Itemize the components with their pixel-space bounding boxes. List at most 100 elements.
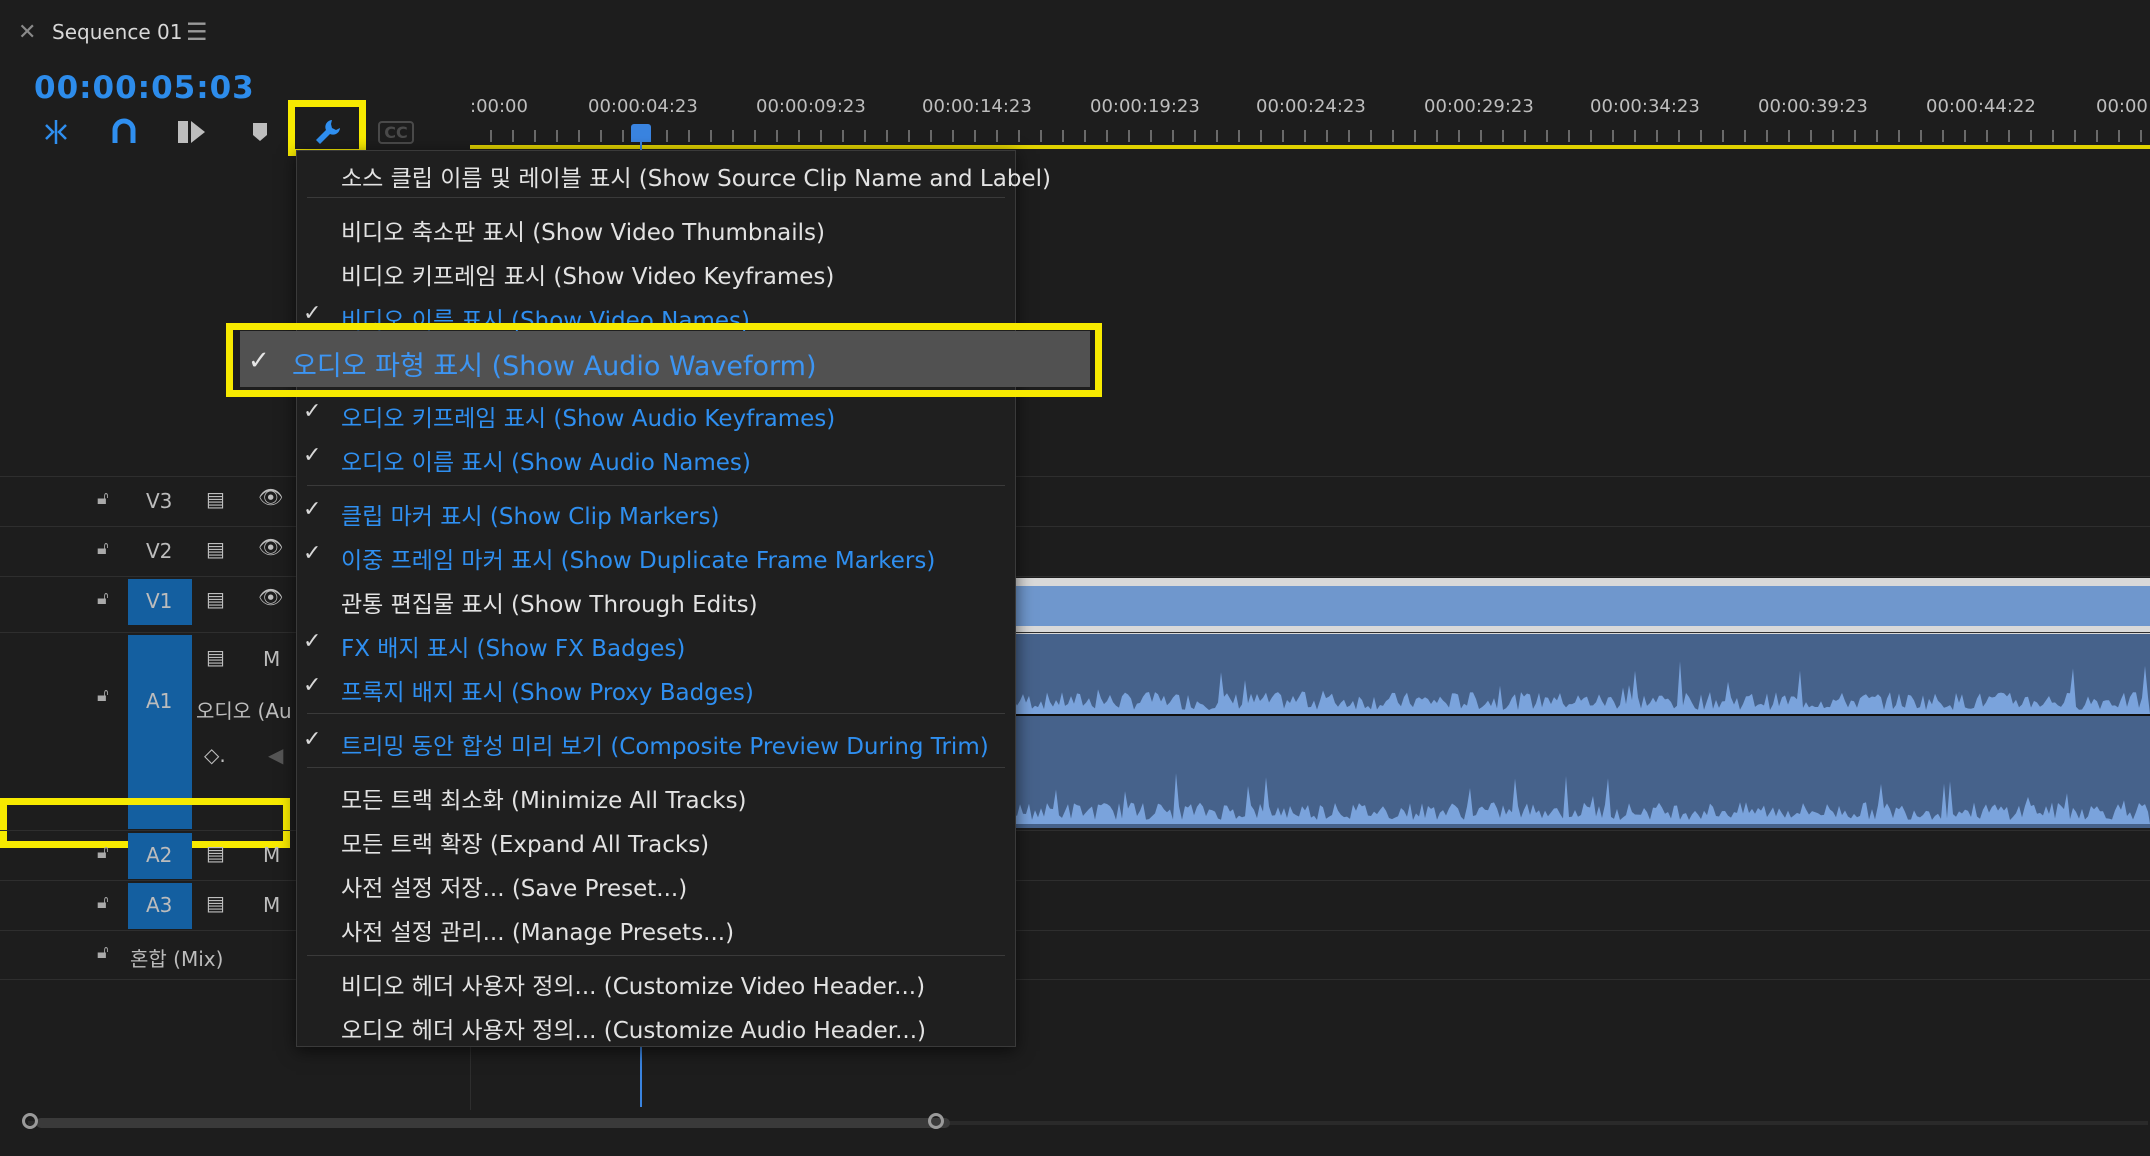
checkmark-icon: ✓ <box>303 727 322 752</box>
menu-item[interactable]: 사전 설정 저장... (Save Preset...) <box>297 869 1015 905</box>
menu-item[interactable]: 소스 클립 이름 및 레이블 표시 (Show Source Clip Name… <box>297 159 1051 195</box>
ruler-time-label: 00:00:14:23 <box>922 96 1032 117</box>
menu-item-label: 비디오 축소판 표시 (Show Video Thumbnails) <box>341 220 825 246</box>
ruler-time-label: 00:00:39:23 <box>1758 96 1868 117</box>
checkmark-icon: ✓ <box>303 541 322 566</box>
mute-button[interactable]: M <box>263 647 280 671</box>
menu-item[interactable]: 관통 편집물 표시 (Show Through Edits) <box>297 585 1015 621</box>
track-name-v3[interactable]: V3 <box>146 489 172 513</box>
menu-item[interactable]: ✓ 클립 마커 표시 (Show Clip Markers) <box>297 497 1015 533</box>
scroll-handle-left[interactable] <box>22 1113 38 1129</box>
checkmark-icon: ✓ <box>248 346 270 376</box>
prev-keyframe-icon[interactable]: ◀ <box>268 743 283 767</box>
eye-icon[interactable]: 👁︎ <box>258 485 283 509</box>
menu-item-label: 트리밍 동안 합성 미리 보기 (Composite Preview Durin… <box>341 734 989 760</box>
lock-icon[interactable]: 🔓︎ <box>97 842 109 863</box>
menu-separator <box>307 713 1005 714</box>
video-clip-v1[interactable] <box>1014 578 2150 634</box>
ruler-time-label: 00:00:29:23 <box>1424 96 1534 117</box>
ruler-time-label: :00:00 <box>470 96 528 117</box>
film-icon[interactable]: ▤ <box>206 487 225 511</box>
film-icon[interactable]: ▤ <box>206 841 225 865</box>
eye-icon[interactable]: 👁︎ <box>258 535 283 559</box>
sequence-tab-title[interactable]: Sequence 01 <box>52 20 182 44</box>
ruler-ticks <box>490 130 2150 142</box>
checkmark-icon: ✓ <box>303 399 322 424</box>
close-icon[interactable]: ✕ <box>18 20 36 45</box>
menu-item[interactable]: ✓ 프록지 배지 표시 (Show Proxy Badges) <box>297 673 1015 709</box>
scrollbar-thumb[interactable] <box>36 1118 950 1128</box>
keyframe-icon[interactable]: ◇. <box>204 743 226 767</box>
lock-icon[interactable]: 🔓︎ <box>97 488 109 509</box>
checkmark-icon: ✓ <box>303 443 322 468</box>
menu-item-label: FX 배지 표시 (Show FX Badges) <box>341 636 686 662</box>
mute-button[interactable]: M <box>263 843 280 867</box>
film-icon[interactable]: ▤ <box>206 587 225 611</box>
track-name-a2[interactable]: A2 <box>146 843 172 867</box>
lock-icon[interactable]: 🔓︎ <box>97 588 109 609</box>
horizontal-zoom-scrollbar[interactable] <box>22 1110 2150 1136</box>
track-name-a1[interactable]: A1 <box>146 689 172 713</box>
menu-item-label: 사전 설정 관리... (Manage Presets...) <box>341 920 735 946</box>
lock-icon[interactable]: 🔓︎ <box>97 538 109 559</box>
ruler-time-label: 00:00: <box>2096 96 2150 117</box>
menu-item-label: 오디오 파형 표시 (Show Audio Waveform) <box>292 351 817 382</box>
track-name-mix[interactable]: 혼합 (Mix) <box>130 943 223 972</box>
lock-icon[interactable]: 🔓︎ <box>97 942 109 963</box>
lock-icon[interactable]: 🔓︎ <box>97 685 109 706</box>
menu-item[interactable]: 모든 트랙 최소화 (Minimize All Tracks) <box>297 781 1015 817</box>
menu-item[interactable]: 비디오 키프레임 표시 (Show Video Keyframes) <box>297 257 1015 293</box>
snap-icon[interactable] <box>36 112 76 152</box>
menu-separator <box>307 767 1005 768</box>
insert-overwrite-icon[interactable] <box>172 112 212 152</box>
menu-item-label: 오디오 헤더 사용자 정의... (Customize Audio Header… <box>341 1018 927 1044</box>
channel-divider <box>1014 714 2150 716</box>
menu-separator <box>307 485 1005 486</box>
menu-item[interactable]: 비디오 축소판 표시 (Show Video Thumbnails) <box>297 213 1015 249</box>
mute-button[interactable]: M <box>263 893 280 917</box>
captions-label: CC <box>378 120 414 144</box>
film-icon[interactable]: ▤ <box>206 645 225 669</box>
add-marker-icon[interactable] <box>240 112 280 152</box>
waveform-channel <box>1014 661 2150 714</box>
lock-icon[interactable]: 🔓︎ <box>97 892 109 913</box>
menu-item-label: 모든 트랙 최소화 (Minimize All Tracks) <box>341 788 747 814</box>
playhead-timecode[interactable]: 00:00:05:03 <box>34 70 255 106</box>
menu-item[interactable]: ✓ 트리밍 동안 합성 미리 보기 (Composite Preview Duri… <box>297 727 1015 763</box>
menu-item[interactable]: ✓ 오디오 키프레임 표시 (Show Audio Keyframes) <box>297 399 1015 435</box>
menu-item-label: 오디오 이름 표시 (Show Audio Names) <box>341 450 751 476</box>
film-icon[interactable]: ▤ <box>206 891 225 915</box>
ruler-time-label: 00:00:24:23 <box>1256 96 1366 117</box>
track-name-a3[interactable]: A3 <box>146 893 172 917</box>
track-name-v1[interactable]: V1 <box>146 589 172 613</box>
checkmark-icon: ✓ <box>303 497 322 522</box>
track-name-v2[interactable]: V2 <box>146 539 172 563</box>
menu-item-label: 이중 프레임 마커 표시 (Show Duplicate Frame Marke… <box>341 548 936 574</box>
playhead-handle[interactable] <box>631 124 651 142</box>
menu-item[interactable]: ✓ 오디오 이름 표시 (Show Audio Names) <box>297 443 1015 479</box>
magnet-linked-selection-icon[interactable] <box>104 112 144 152</box>
timeline-settings-menu: 소스 클립 이름 및 레이블 표시 (Show Source Clip Name… <box>296 150 1051 1047</box>
film-icon[interactable]: ▤ <box>206 537 225 561</box>
menu-item[interactable]: ✓ 이중 프레임 마커 표시 (Show Duplicate Frame Mark… <box>297 541 1015 577</box>
menu-item[interactable]: ✓ FX 배지 표시 (Show FX Badges) <box>297 629 1015 665</box>
menu-item-label: 소스 클립 이름 및 레이블 표시 (Show Source Clip Name… <box>341 166 1051 192</box>
audio-clip-a1[interactable] <box>1014 634 2150 828</box>
menu-item-label: 클립 마커 표시 (Show Clip Markers) <box>341 504 720 530</box>
ruler-time-label: 00:00:19:23 <box>1090 96 1200 117</box>
menu-item[interactable]: 비디오 헤더 사용자 정의... (Customize Video Header… <box>297 967 1015 1003</box>
menu-item-label: 모든 트랙 확장 (Expand All Tracks) <box>341 832 710 858</box>
scroll-handle-right[interactable] <box>928 1113 944 1129</box>
menu-item-label: 비디오 헤더 사용자 정의... (Customize Video Header… <box>341 974 926 1000</box>
work-area-bar[interactable] <box>470 145 2150 149</box>
menu-item[interactable]: 오디오 헤더 사용자 정의... (Customize Audio Header… <box>297 1011 1015 1047</box>
captions-icon[interactable]: CC <box>376 112 416 152</box>
menu-item[interactable]: 모든 트랙 확장 (Expand All Tracks) <box>297 825 1015 861</box>
checkmark-icon: ✓ <box>303 673 322 698</box>
menu-item[interactable]: 사전 설정 관리... (Manage Presets...) <box>297 913 1015 949</box>
audio-clip-name-label: 오디오 (Au <box>196 699 292 723</box>
waveform-channel <box>1014 773 2150 824</box>
menu-item-label: 프록지 배지 표시 (Show Proxy Badges) <box>341 680 754 706</box>
eye-icon[interactable]: 👁︎ <box>258 585 283 609</box>
hamburger-menu-icon[interactable]: ☰ <box>186 18 208 46</box>
